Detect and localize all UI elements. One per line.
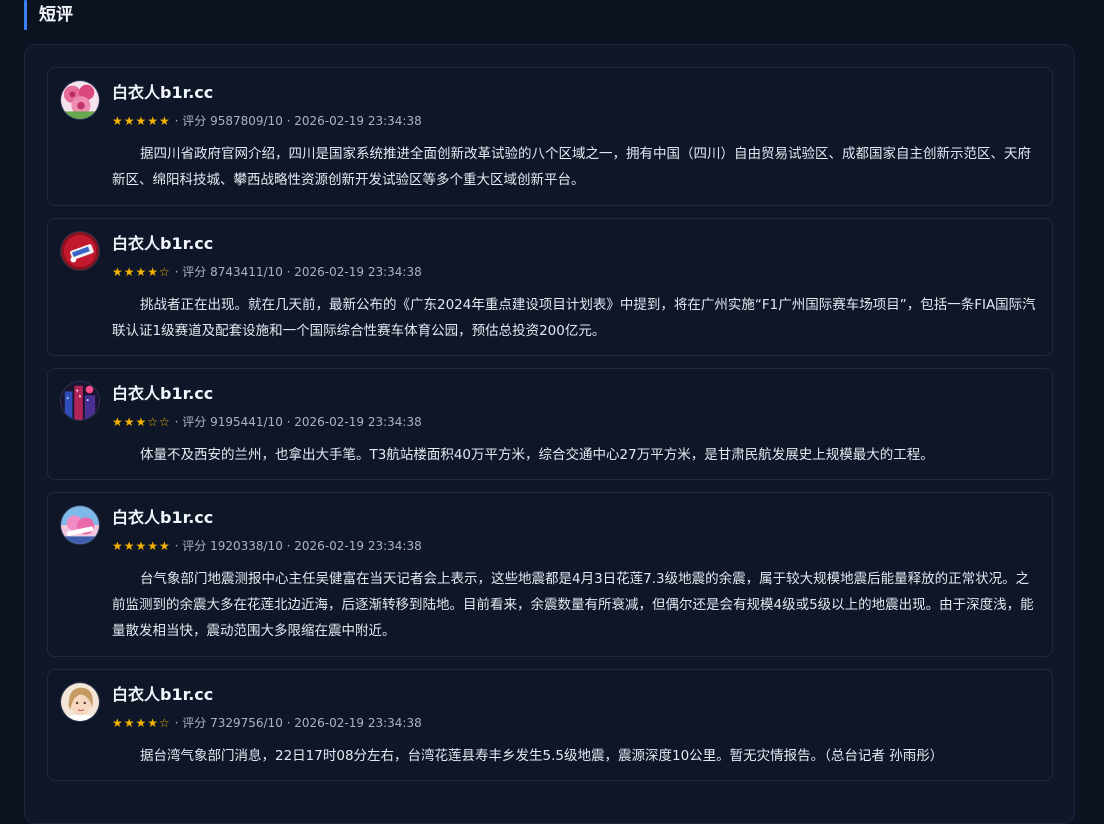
review-meta: ★★★★☆ · 评分 8743411/10 · 2026-02-19 23:34… [112,263,422,281]
user-avatar[interactable] [60,505,100,545]
user-avatar[interactable] [60,682,100,722]
review-card: 白衣人b1r.cc ★★★★★ · 评分 1920338/10 · 2026-0… [47,492,1053,657]
avatar-portrait-icon [61,683,99,721]
avatar-red-badge-icon [61,232,99,270]
review-card: 白衣人b1r.cc ★★★☆☆ · 评分 9195441/10 · 2026-0… [47,368,1053,480]
review-meta: ★★★★★ · 评分 1920338/10 · 2026-02-19 23:34… [112,537,422,555]
rating-info: · 评分 1920338/10 · 2026-02-19 23:34:38 [174,539,422,553]
avatar-pink-sky-icon [61,506,99,544]
rating-stars: ★★★★★ [112,114,171,128]
user-avatar[interactable] [60,381,100,421]
user-avatar[interactable] [60,231,100,271]
rating-stars: ★★★★☆ [112,265,171,279]
review-text: 据四川省政府官网介绍，四川是国家系统推进全面创新改革试验的八个区域之一，拥有中国… [112,146,1031,188]
rating-info: · 评分 9195441/10 · 2026-02-19 23:34:38 [174,415,422,429]
review-card: 白衣人b1r.cc ★★★★★ · 评分 9587809/10 · 2026-0… [47,67,1053,206]
avatar-neon-city-icon [61,382,99,420]
rating-stars: ★★★☆☆ [112,415,171,429]
section-header: 短评 [24,0,73,30]
review-card: 白衣人b1r.cc ★★★★☆ · 评分 7329756/10 · 2026-0… [47,669,1053,781]
user-avatar[interactable] [60,80,100,120]
review-text: 台气象部门地震测报中心主任吴健富在当天记者会上表示，这些地震都是4月3日花莲7.… [112,571,1034,639]
section-title: 短评 [39,5,73,25]
review-text: 体量不及西安的兰州，也拿出大手笔。T3航站楼面积40万平方米，综合交通中心27万… [140,447,934,463]
review-text: 据台湾气象部门消息，22日17时08分左右，台湾花莲县寿丰乡发生5.5级地震，震… [140,748,944,764]
review-card: 白衣人b1r.cc ★★★★☆ · 评分 8743411/10 · 2026-0… [47,218,1053,356]
user-name[interactable]: 白衣人b1r.cc [112,507,213,529]
review-text: 挑战者正在出现。就在几天前，最新公布的《广东2024年重点建设项目计划表》中提到… [112,297,1036,339]
user-name[interactable]: 白衣人b1r.cc [112,82,213,104]
user-name[interactable]: 白衣人b1r.cc [112,684,213,706]
section-accent-bar [24,0,27,30]
review-meta: ★★★★☆ · 评分 7329756/10 · 2026-02-19 23:34… [112,714,422,732]
rating-info: · 评分 7329756/10 · 2026-02-19 23:34:38 [174,716,422,730]
rating-stars: ★★★★★ [112,539,171,553]
avatar-roses-icon [61,81,99,119]
rating-info: · 评分 9587809/10 · 2026-02-19 23:34:38 [174,114,422,128]
review-meta: ★★★☆☆ · 评分 9195441/10 · 2026-02-19 23:34… [112,413,422,431]
rating-stars: ★★★★☆ [112,716,171,730]
user-name[interactable]: 白衣人b1r.cc [112,383,213,405]
user-name[interactable]: 白衣人b1r.cc [112,233,213,255]
review-meta: ★★★★★ · 评分 9587809/10 · 2026-02-19 23:34… [112,112,422,130]
reviews-panel: 白衣人b1r.cc ★★★★★ · 评分 9587809/10 · 2026-0… [24,44,1075,824]
rating-info: · 评分 8743411/10 · 2026-02-19 23:34:38 [174,265,422,279]
